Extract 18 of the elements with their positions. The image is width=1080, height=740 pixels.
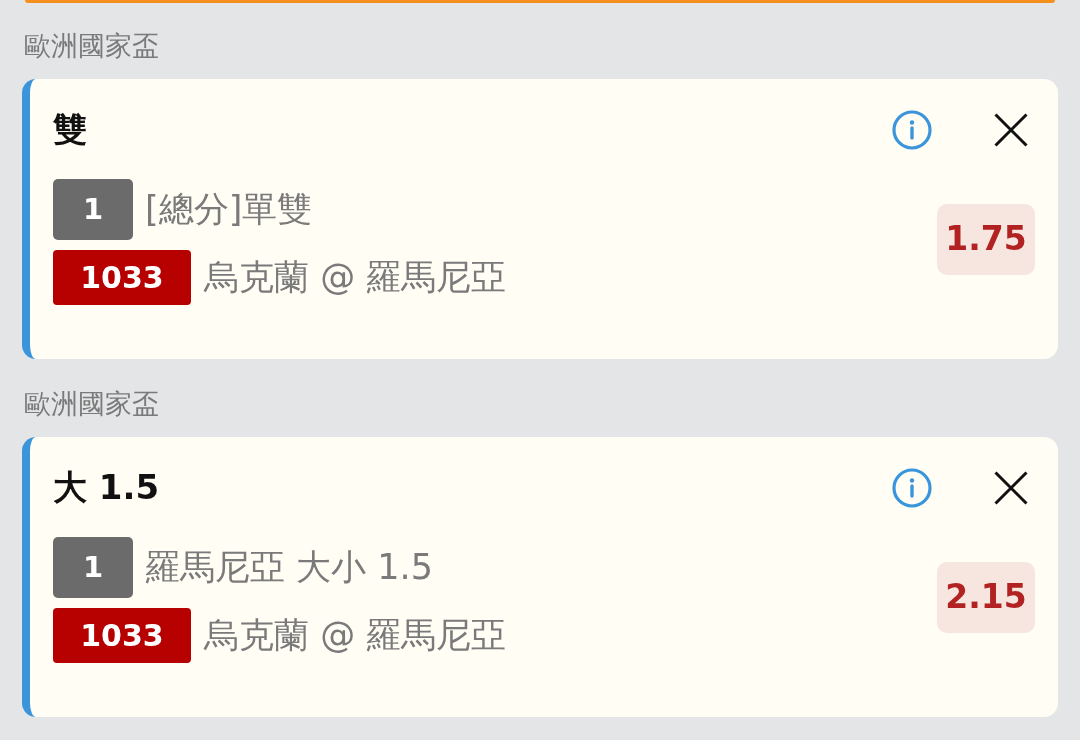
market-name: 羅馬尼亞 大小 1.5 <box>145 548 433 587</box>
odds-badge: 2.15 <box>937 561 1035 633</box>
selection-title: 大 1.5 <box>53 467 160 508</box>
market-name: [總分]單雙 <box>145 190 313 229</box>
odds-badge: 1.75 <box>937 203 1035 275</box>
selection-title: 雙 <box>53 109 87 150</box>
match-number-badge: 1033 <box>53 608 191 663</box>
league-name: 歐洲國家盃 <box>24 388 160 419</box>
match-number-badge: 1033 <box>53 250 191 305</box>
match-name: 烏克蘭 @ 羅馬尼亞 <box>204 616 507 655</box>
market-number-badge: 1 <box>53 537 133 598</box>
info-icon[interactable] <box>892 467 932 508</box>
close-icon[interactable] <box>994 470 1028 505</box>
match-name: 烏克蘭 @ 羅馬尼亞 <box>204 258 507 297</box>
close-icon[interactable] <box>994 112 1028 147</box>
info-icon[interactable] <box>892 109 932 150</box>
market-number-badge: 1 <box>53 179 133 240</box>
league-name: 歐洲國家盃 <box>24 30 160 61</box>
